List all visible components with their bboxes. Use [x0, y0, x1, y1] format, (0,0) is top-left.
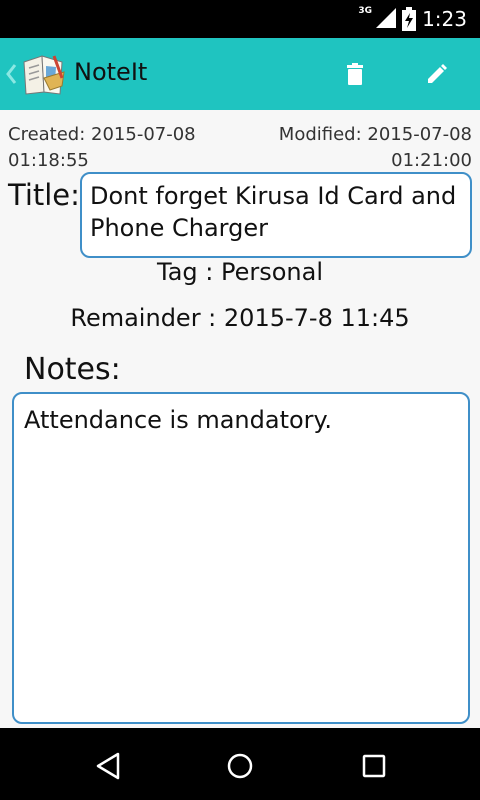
notes-label: Notes:	[24, 352, 121, 387]
notebook-logo-icon[interactable]	[20, 52, 66, 100]
reminder-line: Remainder : 2015-7-8 11:45	[70, 304, 410, 332]
title-label: Title:	[8, 178, 80, 212]
notes-field[interactable]: Attendance is mandatory.	[12, 392, 470, 724]
clock: 1:23	[422, 7, 467, 31]
delete-button[interactable]	[333, 52, 377, 96]
edit-icon	[428, 64, 447, 83]
home-button[interactable]	[222, 748, 258, 784]
navigation-bar	[0, 728, 480, 800]
note-detail: Created: 2015-07-08 01:18:55 Modified: 2…	[0, 110, 480, 728]
tag-line: Tag : Personal	[157, 258, 323, 286]
network-type: 3G	[358, 6, 372, 16]
recents-button[interactable]	[356, 748, 392, 784]
modified-info: Modified: 2015-07-08 01:21:00	[279, 122, 472, 174]
battery-icon	[402, 7, 416, 35]
title-field[interactable]: Dont forget Kirusa Id Card and Phone Cha…	[80, 172, 472, 258]
created-time: 01:18:55	[8, 150, 89, 171]
recents-icon	[362, 754, 386, 778]
status-bar: 3G 1:23	[0, 0, 480, 38]
edit-button[interactable]	[415, 52, 459, 96]
delete-icon	[347, 63, 363, 85]
created-date: Created: 2015-07-08	[8, 124, 196, 145]
up-chevron-icon[interactable]	[5, 63, 17, 89]
back-button[interactable]	[90, 748, 126, 784]
created-info: Created: 2015-07-08 01:18:55	[8, 122, 196, 174]
signal-icon	[376, 8, 396, 32]
app-bar: NoteIt	[0, 38, 480, 110]
app-title: NoteIt	[74, 58, 148, 86]
modified-time: 01:21:00	[391, 150, 472, 171]
back-icon	[96, 752, 120, 780]
modified-date: Modified: 2015-07-08	[278, 124, 472, 145]
home-icon	[227, 753, 253, 779]
